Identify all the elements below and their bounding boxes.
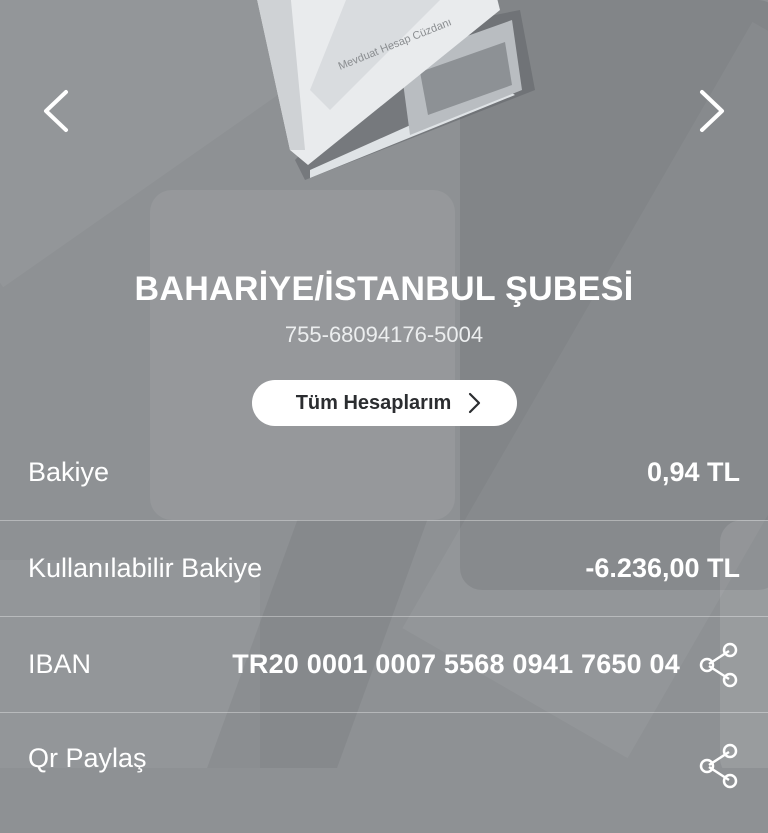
balance-value: 0,94 TL — [646, 457, 740, 487]
chevron-right-icon — [469, 392, 481, 414]
all-accounts-button[interactable]: Tüm Hesaplarım — [252, 380, 517, 426]
account-number: 755-68094176-5004 — [284, 322, 484, 347]
account-details: Bakiye 0,94 TL Kullanılabilir Bakiye -6.… — [0, 425, 768, 833]
next-account-button[interactable] — [690, 88, 734, 134]
branch-title: BAHARİYE/İSTANBUL ŞUBESİ — [134, 270, 634, 308]
available-balance-value: -6.236,00 TL — [585, 553, 740, 583]
balance-label: Bakiye — [28, 457, 110, 487]
available-balance-label: Kullanılabilir Bakiye — [28, 553, 263, 583]
all-accounts-label: Tüm Hesaplarım — [295, 391, 452, 414]
qr-share-label: Qr Paylaş — [28, 743, 147, 773]
share-icon[interactable] — [698, 743, 740, 789]
chevron-right-icon — [700, 90, 724, 132]
balance-row: Bakiye 0,94 TL — [0, 425, 768, 521]
available-balance-row: Kullanılabilir Bakiye -6.236,00 TL — [0, 521, 768, 617]
chevron-left-icon — [44, 90, 68, 132]
previous-account-button[interactable] — [36, 88, 80, 134]
iban-value: TR20 0001 0007 5568 0941 7650 04 — [232, 649, 680, 679]
qr-share-row[interactable]: Qr Paylaş — [0, 713, 768, 833]
iban-row: IBAN TR20 0001 0007 5568 0941 7650 04 — [0, 617, 768, 713]
iban-label: IBAN — [28, 649, 92, 679]
account-booklet-image: Mevduat Hesap Cüzdanı — [257, 0, 535, 180]
share-icon[interactable] — [698, 642, 740, 688]
